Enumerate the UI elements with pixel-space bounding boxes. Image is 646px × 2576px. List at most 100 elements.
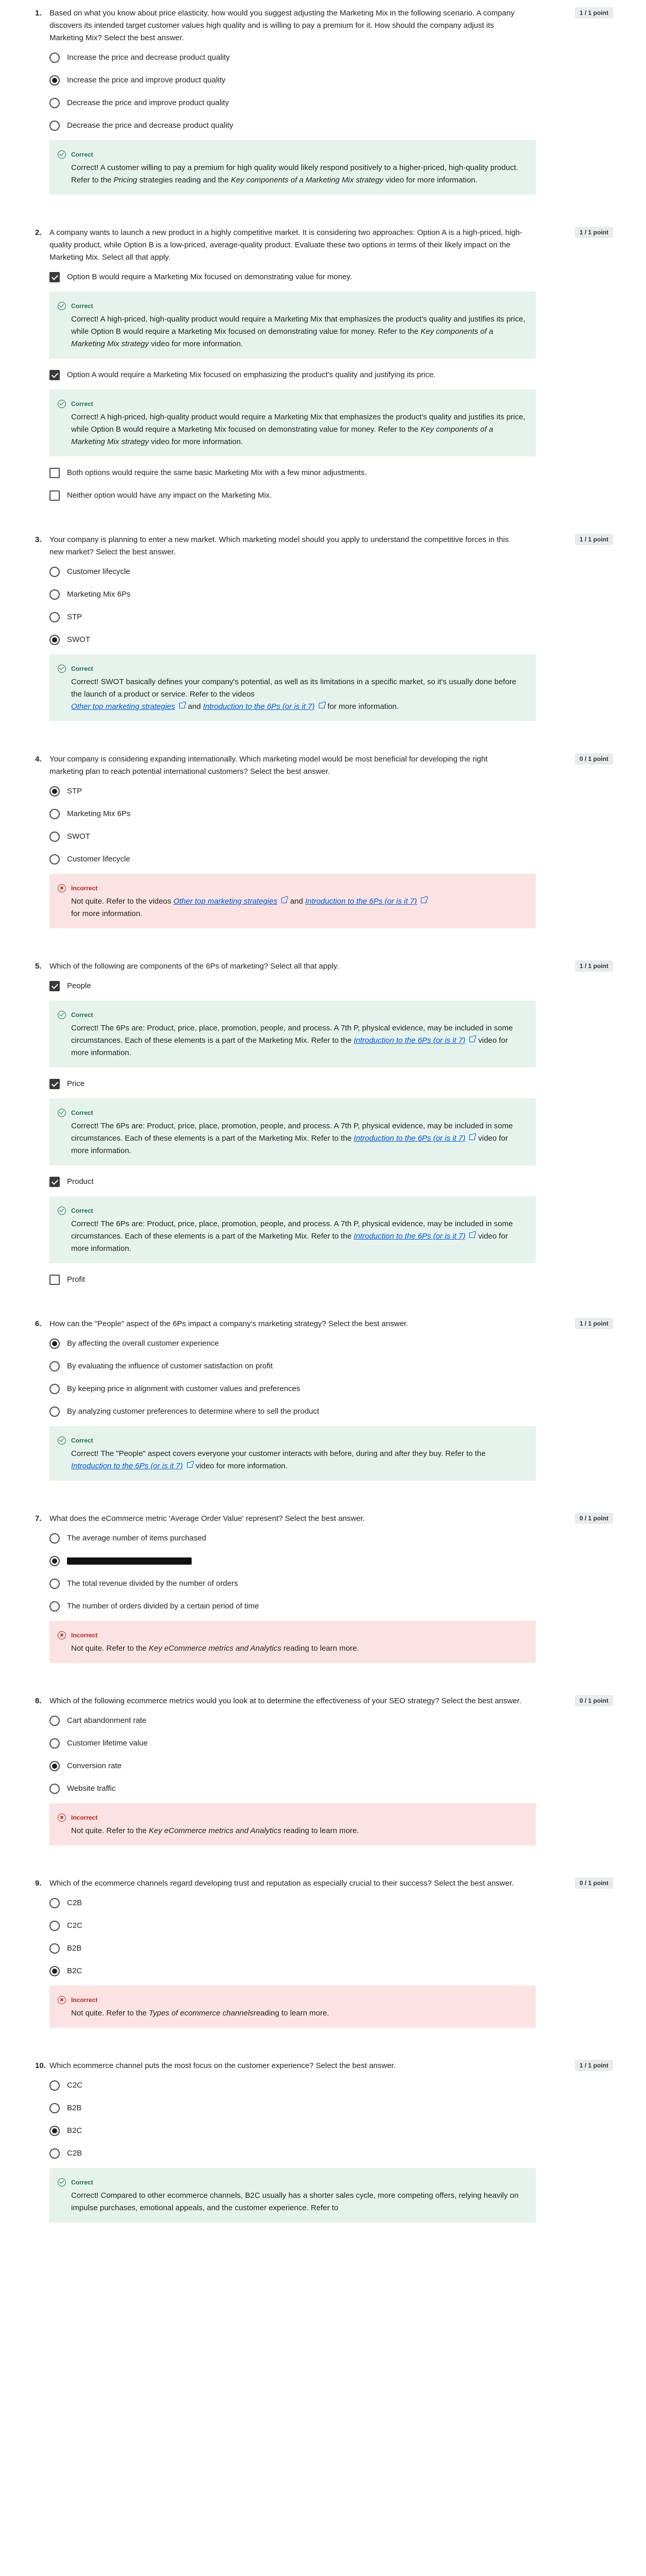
option[interactable]: B2B [49,2102,613,2114]
option[interactable]: Option A would require a Marketing Mix f… [49,369,613,381]
option[interactable]: C2C [49,2079,613,2092]
check-circle-icon [58,1207,66,1215]
radio-button[interactable] [49,809,60,819]
check-circle-icon [58,665,66,673]
radio-button[interactable] [49,1533,60,1544]
link-intro-6ps[interactable]: Introduction to the 6Ps (or is it 7) [354,1036,466,1045]
radio-button[interactable] [49,612,60,622]
radio-button[interactable] [49,589,60,600]
option[interactable]: B2B [49,1942,613,1955]
radio-button-selected[interactable] [49,786,60,796]
feedback-correct: Correct Correct! The 6Ps are: Product, p… [49,1001,536,1067]
option[interactable]: Product [49,1176,613,1188]
radio-button[interactable] [49,1784,60,1794]
checkbox-checked[interactable] [49,1079,60,1089]
checkbox[interactable] [49,468,60,478]
radio-button[interactable] [49,2148,60,2159]
option[interactable]: B2C [49,2125,613,2137]
option[interactable]: Decrease the price and decrease product … [49,120,613,132]
option[interactable]: Cart abandonment rate [49,1715,613,1727]
check-circle-icon [58,150,66,159]
option[interactable]: The average number of items purchased [49,1532,613,1545]
radio-button[interactable] [49,98,60,108]
option[interactable]: STP [49,611,613,623]
option[interactable]: SWOT [49,831,613,843]
radio-button-selected[interactable] [49,1761,60,1771]
link-intro-6ps[interactable]: Introduction to the 6Ps (or is it 7) [354,1134,466,1143]
option[interactable]: Increase the price and decrease product … [49,52,613,64]
radio-button-selected[interactable] [49,75,60,86]
option[interactable]: C2B [49,1897,613,1909]
question-number: 4. [35,755,42,764]
option[interactable]: By evaluating the influence of customer … [49,1360,613,1372]
radio-button[interactable] [49,1406,60,1417]
option[interactable]: Decrease the price and improve product q… [49,97,613,109]
option[interactable]: Neither option would have any impact on … [49,489,613,502]
option[interactable]: Both options would require the same basi… [49,467,613,479]
radio-button-selected[interactable] [49,2126,60,2136]
radio-button-selected[interactable] [49,1338,60,1349]
checkbox[interactable] [49,490,60,501]
link-intro-6ps[interactable]: Introduction to the 6Ps (or is it 7) [71,1462,183,1470]
option[interactable]: The total revenue divided by the number … [49,1578,613,1590]
option[interactable]: STP [49,785,613,798]
option[interactable]: Customer lifetime value [49,1737,613,1750]
option[interactable]: By affecting the overall customer experi… [49,1337,613,1350]
radio-button-selected[interactable] [49,1966,60,1976]
option[interactable]: SWOT [49,634,613,646]
option[interactable] [49,1555,613,1567]
option[interactable]: Option B would require a Marketing Mix f… [49,271,613,283]
radio-button[interactable] [49,1738,60,1749]
x-circle-icon [58,884,66,892]
radio-button[interactable] [49,2080,60,2091]
link-intro-6ps[interactable]: Introduction to the 6Ps (or is it 7) [354,1232,466,1241]
radio-button[interactable] [49,1384,60,1394]
score-badge: 1 / 1 point [574,227,613,238]
radio-button[interactable] [49,2103,60,2113]
option[interactable]: Marketing Mix 6Ps [49,808,613,820]
feedback-incorrect: Incorrect Not quite. Refer to the videos… [49,874,536,928]
radio-button-selected[interactable] [49,1556,60,1566]
option[interactable]: Website traffic [49,1783,613,1795]
link-other-top-marketing-strategies[interactable]: Other top marketing strategies [173,897,277,906]
feedback-correct: Correct Correct! SWOT basically defines … [49,654,536,721]
radio-button[interactable] [49,121,60,131]
radio-button[interactable] [49,1361,60,1371]
link-intro-6ps[interactable]: Introduction to the 6Ps (or is it 7) [203,702,315,711]
radio-button[interactable] [49,832,60,842]
option[interactable]: Customer lifecycle [49,853,613,866]
radio-button[interactable] [49,1943,60,1954]
checkbox-checked[interactable] [49,272,60,282]
radio-button[interactable] [49,1921,60,1931]
radio-button-selected[interactable] [49,635,60,645]
option[interactable]: C2C [49,1920,613,1932]
radio-button[interactable] [49,1579,60,1589]
option[interactable]: Customer lifecycle [49,566,613,578]
option[interactable]: Marketing Mix 6Ps [49,588,613,601]
radio-button[interactable] [49,854,60,865]
option[interactable]: By keeping price in alignment with custo… [49,1383,613,1395]
option[interactable]: Conversion rate [49,1760,613,1772]
checkbox-checked[interactable] [49,981,60,991]
option[interactable]: People [49,980,613,992]
radio-button[interactable] [49,1898,60,1908]
option[interactable]: Increase the price and improve product q… [49,74,613,87]
checkbox-checked[interactable] [49,1177,60,1187]
checkbox[interactable] [49,1275,60,1285]
link-other-top-marketing-strategies[interactable]: Other top marketing strategies [71,702,175,711]
radio-button[interactable] [49,1716,60,1726]
option[interactable]: B2C [49,1965,613,1977]
radio-button[interactable] [49,567,60,577]
option[interactable]: Profit [49,1274,613,1286]
option[interactable]: C2B [49,2147,613,2160]
radio-button[interactable] [49,53,60,63]
option[interactable]: The number of orders divided by a certai… [49,1600,613,1613]
x-circle-icon [58,1996,66,2004]
link-intro-6ps[interactable]: Introduction to the 6Ps (or is it 7) [305,897,417,906]
option[interactable]: Price [49,1078,613,1090]
option[interactable]: By analyzing customer preferences to det… [49,1405,613,1418]
question-text: Which ecommerce channel puts the most fo… [49,2061,396,2070]
score-badge: 1 / 1 point [574,2060,613,2071]
checkbox-checked[interactable] [49,370,60,380]
radio-button[interactable] [49,1601,60,1612]
